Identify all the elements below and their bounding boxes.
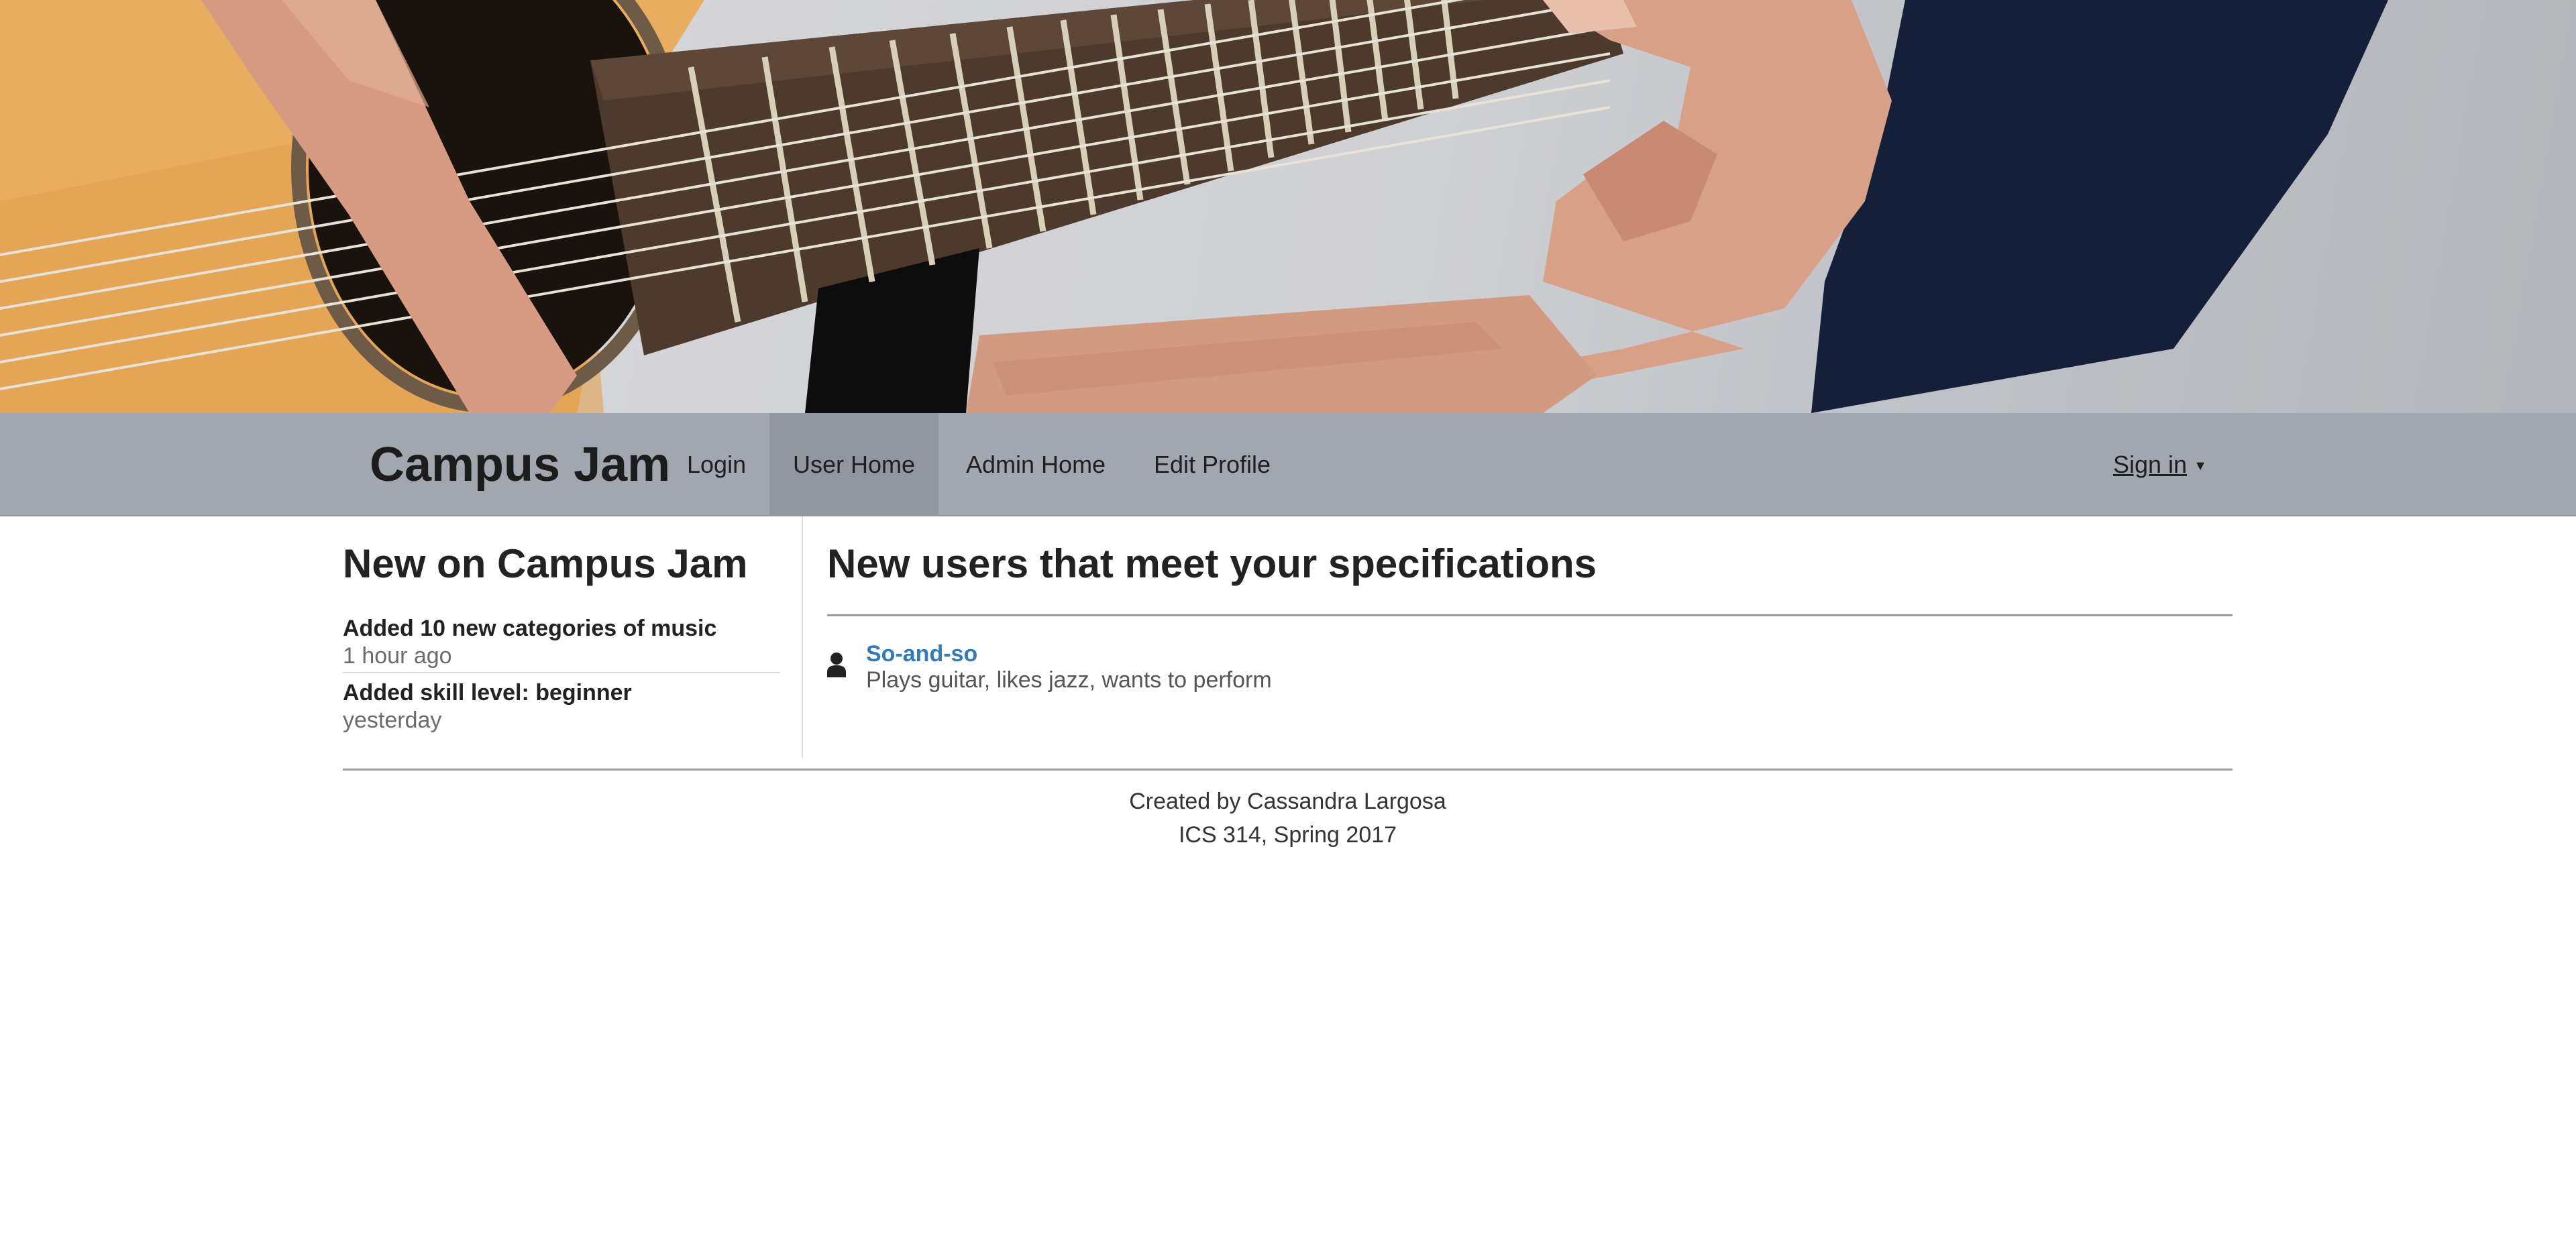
footer-credit: Created by Cassandra Largosa bbox=[1129, 789, 1446, 814]
news-heading: New on Campus Jam bbox=[343, 541, 748, 586]
guitar-photo-illustration bbox=[0, 0, 2388, 413]
user-profile-link[interactable]: So-and-so bbox=[866, 640, 977, 668]
list-item: So-and-so Plays guitar, likes jazz, want… bbox=[827, 640, 2233, 700]
matching-users-column: New users that meet your specifications … bbox=[827, 516, 2233, 758]
signin-label: Sign in bbox=[2113, 451, 2188, 478]
hero-banner-image bbox=[0, 0, 2576, 413]
brand-logo-link[interactable]: Campus Jam bbox=[370, 413, 670, 516]
footer-divider bbox=[343, 769, 2233, 771]
footer-course: ICS 314, Spring 2017 bbox=[1178, 822, 1397, 848]
feed-item-timestamp: 1 hour ago bbox=[343, 643, 452, 669]
feed-item-title: Added 10 new categories of music bbox=[343, 616, 717, 641]
nav-item-admin-home[interactable]: Admin Home bbox=[939, 413, 1132, 516]
nav-item-login[interactable]: Login bbox=[660, 413, 773, 516]
caret-down-icon: ▼ bbox=[2194, 459, 2207, 474]
feed-item: Added 10 new categories of music 1 hour … bbox=[343, 614, 780, 673]
matching-users-heading: New users that meet your specifications bbox=[827, 541, 1597, 586]
user-description: Plays guitar, likes jazz, wants to perfo… bbox=[866, 667, 1272, 693]
user-icon bbox=[827, 653, 846, 677]
nav-item-user-home[interactable]: User Home bbox=[769, 413, 938, 516]
page-footer: Created by Cassandra Largosa ICS 314, Sp… bbox=[343, 785, 2233, 852]
signin-dropdown[interactable]: Sign in ▼ bbox=[2113, 413, 2207, 516]
news-column: New on Campus Jam Added 10 new categorie… bbox=[343, 516, 803, 758]
top-navbar: Campus Jam Login User Home Admin Home Ed… bbox=[0, 413, 2576, 516]
divider bbox=[827, 614, 2233, 616]
feed-item: Added skill level: beginner yesterday bbox=[343, 679, 780, 739]
feed-item-timestamp: yesterday bbox=[343, 708, 442, 733]
feed-item-title: Added skill level: beginner bbox=[343, 680, 632, 705]
nav-item-edit-profile[interactable]: Edit Profile bbox=[1127, 413, 1297, 516]
